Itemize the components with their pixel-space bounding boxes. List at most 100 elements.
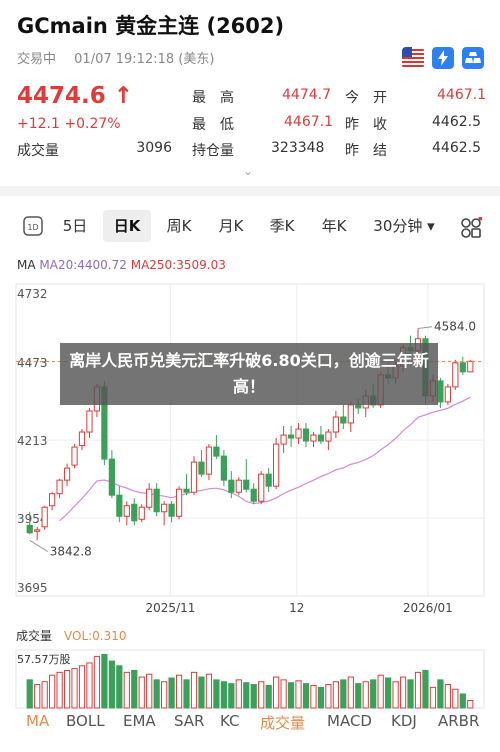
y-tick-label: 4473 <box>17 356 48 370</box>
indicator-macd[interactable]: MACD <box>327 712 372 730</box>
low-value: 4467.1 <box>284 114 333 130</box>
low-label: 最 低 <box>192 117 234 133</box>
indicator-boll[interactable]: BOLL <box>66 712 105 730</box>
indicator-ema[interactable]: EMA <box>123 712 156 730</box>
tab-30min[interactable]: 30分钟 ▾ <box>368 210 440 242</box>
candle <box>123 505 130 517</box>
volume-bar <box>407 679 414 709</box>
min-leader <box>29 539 48 552</box>
us-flag-icon[interactable] <box>402 47 424 69</box>
volume-bar <box>49 674 56 709</box>
candle <box>220 455 227 481</box>
indicator-volume[interactable]: 成交量 <box>260 712 305 733</box>
volume-bar <box>437 679 444 709</box>
volume-bar <box>370 679 377 709</box>
candle <box>355 404 362 409</box>
high-value: 4474.7 <box>282 87 331 103</box>
x-tick-label: 2025/11 <box>146 601 196 615</box>
min-price-label: 3842.8 <box>50 545 92 559</box>
volume-bar <box>131 669 138 709</box>
max-leader <box>417 326 433 330</box>
tab-daily-k[interactable]: 日K <box>103 210 151 242</box>
volume-bar <box>93 655 101 709</box>
volume-bar <box>250 684 257 709</box>
tab-yearly-k[interactable]: 年K <box>314 210 354 242</box>
volume-bar <box>34 684 41 709</box>
volume-bar <box>56 671 63 709</box>
lightning-icon[interactable] <box>432 47 454 69</box>
volume-bar <box>452 688 459 709</box>
volume-bar <box>146 673 153 709</box>
volume-bar <box>287 682 295 709</box>
indicator-sar[interactable]: SAR <box>174 712 204 730</box>
quote-header: GCmain 黄金主连 (2602) 交易中 01/07 19:12:18 (美… <box>0 0 500 186</box>
candle <box>287 434 295 439</box>
prev-settle-value: 4462.5 <box>432 140 481 156</box>
volume-bar <box>235 679 242 709</box>
candle <box>146 488 153 508</box>
news-headline-banner[interactable]: 离岸人民币兑美元汇率升破6.80关口，创逾三年新高！ <box>60 343 438 405</box>
volume-bar <box>332 681 339 709</box>
volume-bar <box>78 665 86 709</box>
volume-bar <box>355 683 362 709</box>
volume-bar <box>101 654 108 709</box>
candle <box>108 458 115 496</box>
oi-value: 323348 <box>271 140 325 156</box>
chevron-down-icon[interactable]: ⌄ <box>243 164 253 178</box>
volume-bar <box>228 683 235 709</box>
candle <box>347 404 354 424</box>
volume-bar <box>243 682 250 709</box>
volume-bar <box>347 676 354 709</box>
candle <box>26 524 33 534</box>
candle <box>175 488 183 517</box>
high-label: 最 高 <box>192 90 234 106</box>
indicator-kc[interactable]: KC <box>220 712 240 730</box>
period-tabs: 1D 5日 日K 周K 月K 季K 年K 30分钟 ▾ <box>0 210 500 244</box>
tab-monthly-k[interactable]: 月K <box>211 210 251 242</box>
tab-5d[interactable]: 5日 <box>56 210 94 242</box>
candle <box>310 434 317 442</box>
last-price: 4474.6 ↑ <box>17 83 134 109</box>
candle <box>258 473 265 502</box>
candle <box>190 461 198 493</box>
price-change: +12.1 +0.27% <box>17 116 121 132</box>
indicator-arbr[interactable]: ARBR <box>438 712 479 730</box>
open-value: 4467.1 <box>437 87 486 103</box>
volume-bar <box>220 681 227 709</box>
candle <box>213 446 220 457</box>
gold-bars-icon[interactable] <box>462 47 484 69</box>
tab-quarterly-k[interactable]: 季K <box>262 210 302 242</box>
candle <box>250 488 257 502</box>
volume-bar <box>86 662 93 709</box>
candle <box>273 443 280 487</box>
volume-bar <box>459 693 466 709</box>
candle <box>71 446 78 466</box>
candle <box>49 493 56 507</box>
volume-bar <box>41 681 48 709</box>
ma-legend: MA MA20:4400.72 MA250:3509.03 <box>17 258 226 272</box>
tab-weekly-k[interactable]: 周K <box>159 210 199 242</box>
max-price-label: 4584.0 <box>434 320 476 334</box>
volume-bar <box>168 677 175 709</box>
indicator-ma[interactable]: MA <box>26 712 49 730</box>
candle <box>116 494 123 517</box>
quote-time: 01/07 19:12:18 (美东) <box>74 52 215 67</box>
up-arrow-icon: ↑ <box>113 83 134 109</box>
trade-status-line: 交易中 01/07 19:12:18 (美东) <box>17 48 228 67</box>
volume-bar <box>26 679 33 709</box>
candle <box>153 488 160 513</box>
grid-settings-icon[interactable] <box>460 217 482 239</box>
candle <box>452 362 459 388</box>
oi-label: 持仓量 <box>192 143 234 159</box>
candle <box>138 506 145 520</box>
instrument-title: GCmain 黄金主连 (2602) <box>17 14 285 38</box>
svg-text:1D: 1D <box>27 223 38 232</box>
prev-close-label: 昨 收 <box>345 117 387 133</box>
candle <box>56 479 63 495</box>
candle <box>235 479 242 493</box>
volume-bar <box>265 684 272 709</box>
volume-bar <box>362 681 369 709</box>
prev-close-value: 4462.5 <box>432 114 481 130</box>
1d-icon[interactable]: 1D <box>23 216 43 236</box>
indicator-kdj[interactable]: KDJ <box>391 712 417 730</box>
